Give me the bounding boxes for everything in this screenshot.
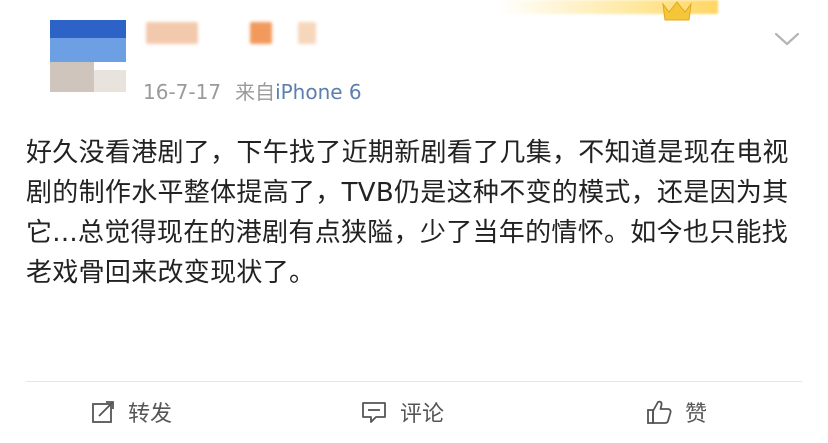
repost-button[interactable]: 转发	[90, 396, 172, 428]
post-source-prefix: 来自	[235, 80, 276, 104]
post-meta: 16-7-17 来自iPhone 6	[143, 76, 362, 105]
avatar[interactable]	[50, 20, 126, 92]
like-button[interactable]: 赞	[645, 396, 707, 428]
thumbs-up-icon	[647, 400, 672, 424]
repost-icon	[92, 401, 114, 423]
post-source-device[interactable]: iPhone 6	[275, 80, 362, 104]
chevron-down-icon[interactable]	[772, 30, 802, 48]
comment-icon	[362, 402, 386, 423]
crown-icon	[662, 1, 692, 21]
action-bar: 转发 评论 赞	[0, 382, 828, 443]
comment-button[interactable]: 评论	[360, 396, 444, 428]
repost-label: 转发	[128, 402, 173, 427]
post-date: 16-7-17	[143, 80, 222, 104]
comment-label: 评论	[400, 402, 445, 427]
username-blurred[interactable]	[146, 22, 326, 44]
post-content: 好久没看港剧了，下午找了近期新剧看了几集，不知道是现在电视剧的制作水平整体提高了…	[26, 138, 789, 288]
weibo-post-card: 16-7-17 来自iPhone 6 好久没看港剧了，下午找了近期新剧看了几集，不…	[0, 0, 828, 443]
like-label: 赞	[685, 402, 708, 427]
